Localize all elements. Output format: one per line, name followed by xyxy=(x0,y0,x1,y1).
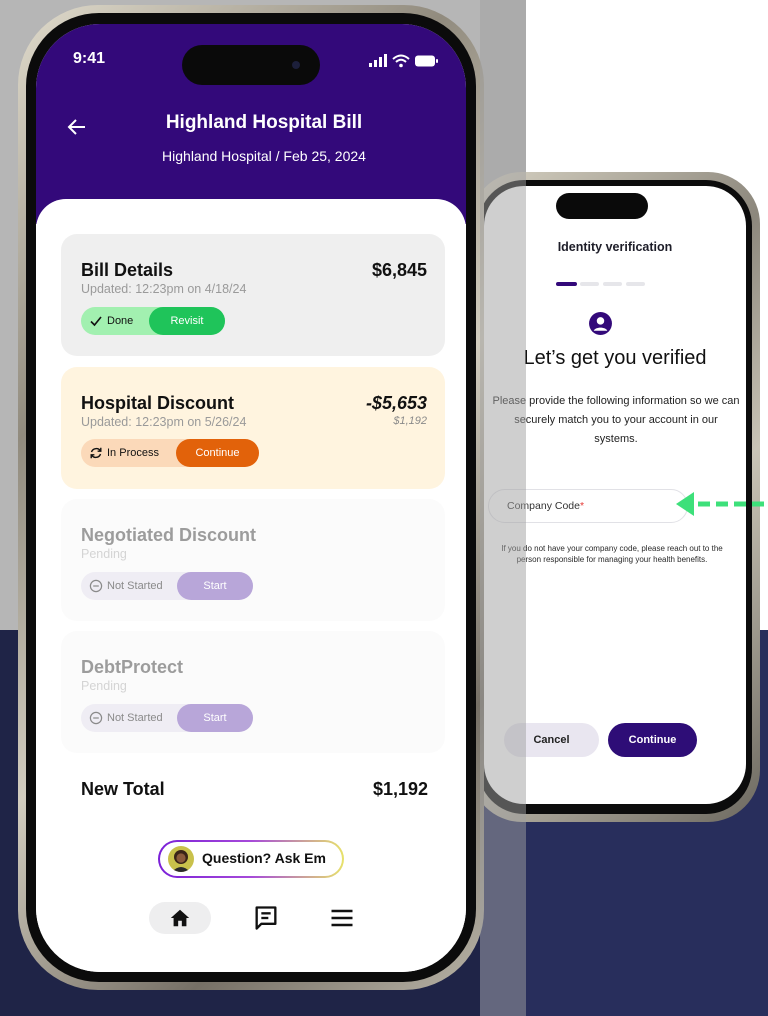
step-indicator xyxy=(580,282,599,286)
card-hospital-discount[interactable]: Hospital Discount -$5,653 $1,192 Updated… xyxy=(61,367,445,489)
card-title: Bill Details xyxy=(81,260,174,280)
dynamic-island xyxy=(182,45,320,85)
verification-description: Please provide the following information… xyxy=(492,395,740,445)
minus-circle-icon xyxy=(89,711,103,725)
step-indicator xyxy=(603,282,622,286)
wifi-icon xyxy=(392,54,410,68)
home-icon xyxy=(170,909,190,927)
card-bill-details[interactable]: Bill Details $6,845 Updated: 12:23pm on … xyxy=(61,234,445,356)
company-code-help: If you do not have your company code, pl… xyxy=(501,544,723,564)
new-total-value: $1,192 xyxy=(372,779,428,799)
start-button[interactable]: Start xyxy=(177,704,253,732)
dynamic-island xyxy=(556,193,648,219)
status-pill: Not Started Start xyxy=(81,704,253,732)
card-updated: Updated: 12:23pm on 4/18/24 xyxy=(81,282,247,296)
card-amount: -$5,653 xyxy=(365,393,427,413)
state-not-started: Not Started xyxy=(81,572,177,600)
page-title: Highland Hospital Bill xyxy=(165,112,363,133)
avatar xyxy=(168,846,194,872)
nav-home[interactable] xyxy=(149,902,211,934)
card-status: Pending xyxy=(81,547,127,561)
card-negotiated-discount[interactable]: Negotiated Discount Pending Not Started … xyxy=(61,499,445,621)
status-time: 9:41 xyxy=(73,50,106,67)
page-subtitle: Highland Hospital / Feb 25, 2024 xyxy=(162,148,366,164)
card-updated: Updated: 12:23pm on 5/26/24 xyxy=(81,415,247,429)
step-indicator-active xyxy=(556,282,577,286)
card-title: Hospital Discount xyxy=(81,393,235,413)
ask-em-label: Question? Ask Em xyxy=(202,850,326,866)
signal-icon xyxy=(369,54,387,67)
battery-icon xyxy=(415,55,438,67)
menu-icon[interactable] xyxy=(328,904,356,932)
continue-button[interactable]: Continue xyxy=(176,439,259,467)
card-title: Negotiated Discount xyxy=(81,525,257,545)
start-button[interactable]: Start xyxy=(177,572,253,600)
card-title: DebtProtect xyxy=(81,657,184,677)
ask-em-inner: Question? Ask Em xyxy=(160,842,342,876)
check-icon xyxy=(90,316,102,327)
card-amount: $6,845 xyxy=(371,260,427,280)
status-icons xyxy=(369,54,438,68)
state-in-process: In Process xyxy=(81,439,177,467)
continue-button[interactable]: Continue xyxy=(608,723,697,757)
step-indicator xyxy=(626,282,645,286)
message-icon[interactable] xyxy=(252,904,280,932)
state-not-started: Not Started xyxy=(81,704,177,732)
card-status: Pending xyxy=(81,679,127,693)
avatar-image xyxy=(172,850,190,872)
revisit-button[interactable]: Revisit xyxy=(149,307,225,335)
required-marker: * xyxy=(579,500,585,512)
card-sub-amount: $1,192 xyxy=(393,415,427,427)
status-pill: Not Started Start xyxy=(81,572,253,600)
bill-screen: 9:41 Highland Hospital Bill Highland Hos… xyxy=(36,24,466,972)
card-debtprotect[interactable]: DebtProtect Pending Not Started Start xyxy=(61,631,445,753)
state-done: Done xyxy=(81,307,153,335)
gray-overlay xyxy=(480,0,526,1016)
ask-em-button[interactable]: Question? Ask Em xyxy=(158,840,344,878)
user-icon xyxy=(589,312,612,335)
camera-icon xyxy=(292,61,300,69)
minus-circle-icon xyxy=(89,579,103,593)
pointer-arrow-icon xyxy=(676,492,764,516)
status-pill: In Process Continue xyxy=(81,439,259,467)
new-total-label: New Total xyxy=(81,779,165,799)
status-pill: Done Revisit xyxy=(81,307,225,335)
refresh-icon xyxy=(90,447,102,459)
